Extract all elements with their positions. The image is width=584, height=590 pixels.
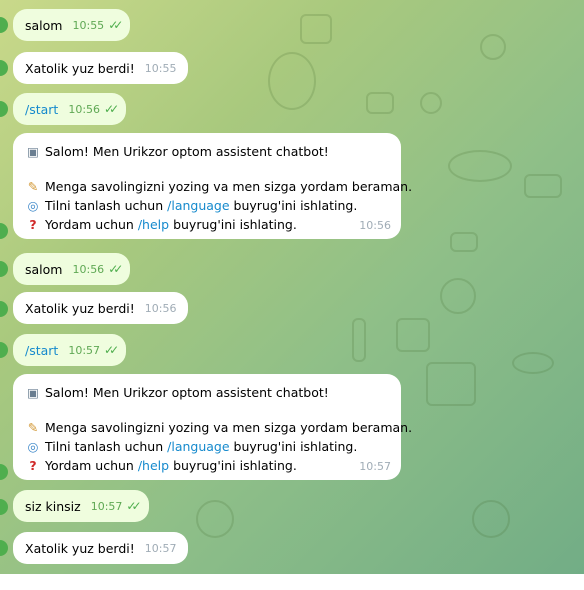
avatar[interactable] <box>0 261 8 277</box>
avatar[interactable] <box>0 464 8 480</box>
message-bubble-incoming[interactable]: Xatolik yuz berdi! 10:55 <box>13 52 189 84</box>
message-time: 10:56 <box>144 301 177 315</box>
message-bubble-incoming[interactable]: Xatolik yuz berdi! 10:57 <box>13 532 189 564</box>
doodle-box-icon <box>300 14 332 44</box>
doodle-ufo-icon <box>512 352 554 374</box>
message-bubble-outgoing[interactable]: /start 10:57 ✓✓ <box>13 334 127 366</box>
greeting-text: Salom! Men Urikzor optom assistent chatb… <box>45 144 329 159</box>
double-check-icon: ✓✓ <box>104 343 119 357</box>
help-prefix: Yordam uchun <box>45 217 134 232</box>
language-prefix: Tilni tanlash uchun <box>45 439 164 454</box>
avatar[interactable] <box>0 101 8 117</box>
greeting-text: Salom! Men Urikzor optom assistent chatb… <box>45 385 329 400</box>
help-command-link[interactable]: /help <box>138 217 169 232</box>
language-command-link[interactable]: /language <box>167 198 229 213</box>
language-line: ◎ Tilni tanlash uchun /language buyrug'in… <box>25 437 389 456</box>
doodle-heart-icon <box>472 500 510 538</box>
message-text: Xatolik yuz berdi! <box>25 60 135 76</box>
instruction-line: ✎ Menga savolingizni yozing va men sizga … <box>25 418 412 437</box>
language-prefix: Tilni tanlash uchun <box>45 198 164 213</box>
message-time: 10:55 <box>72 18 105 32</box>
doodle-pencil-icon <box>352 318 366 362</box>
globe-emoji-icon: ◎ <box>27 439 39 454</box>
message-time: 10:57 <box>68 343 101 357</box>
doodle-envelope-icon <box>450 232 478 252</box>
instruction-text: Menga savolingizni yozing va men sizga y… <box>45 420 413 435</box>
help-line: ? Yordam uchun /help buyrug'ini ishlating… <box>25 456 389 475</box>
message-time: 10:56 <box>68 102 101 116</box>
doodle-gamepad-icon <box>524 174 562 198</box>
message-bubble-outgoing[interactable]: /start 10:56 ✓✓ <box>13 93 127 125</box>
message-bubble-incoming[interactable]: Xatolik yuz berdi! 10:56 <box>13 292 189 324</box>
doodle-flower-icon <box>480 34 506 60</box>
message-text: salom <box>25 17 63 33</box>
message-time: 10:55 <box>144 61 177 75</box>
avatar[interactable] <box>0 540 8 556</box>
doodle-balloon-icon <box>268 52 316 110</box>
question-emoji-icon: ? <box>29 458 37 473</box>
avatar[interactable] <box>0 301 8 317</box>
message-bubble-outgoing[interactable]: siz kinsiz 10:57 ✓✓ <box>13 490 149 522</box>
doodle-star-icon <box>420 92 442 114</box>
double-check-icon: ✓✓ <box>108 18 123 32</box>
message-time: 10:56 <box>72 262 105 276</box>
help-suffix: buyrug'ini ishlating. <box>173 458 297 473</box>
avatar[interactable] <box>0 17 8 33</box>
language-line: ◎ Tilni tanlash uchun /language buyrug'in… <box>25 196 389 215</box>
language-suffix: buyrug'ini ishlating. <box>233 198 358 213</box>
robot-emoji-icon: ▣ <box>27 385 39 400</box>
message-text: salom <box>25 261 63 277</box>
doodle-camera-icon <box>366 92 394 114</box>
question-emoji-icon: ? <box>29 217 37 232</box>
command-link[interactable]: /start <box>25 343 58 358</box>
doodle-planet-icon <box>448 150 512 182</box>
doodle-snail-icon <box>196 500 234 538</box>
message-bubble-outgoing[interactable]: salom 10:55 ✓✓ <box>13 9 131 41</box>
greeting-line: ▣ Salom! Men Urikzor optom assistent chat… <box>25 142 389 161</box>
instruction-line: ✎ Menga savolingizni yozing va men sizga … <box>25 177 412 196</box>
greeting-line: ▣ Salom! Men Urikzor optom assistent chat… <box>25 383 389 402</box>
language-command-link[interactable]: /language <box>167 439 229 454</box>
message-time: 10:57 <box>359 460 391 473</box>
double-check-icon: ✓✓ <box>126 499 141 513</box>
doodle-donut-icon <box>440 278 476 314</box>
message-time: 10:57 <box>90 499 123 513</box>
message-bubble-outgoing[interactable]: salom 10:56 ✓✓ <box>13 253 131 285</box>
double-check-icon: ✓✓ <box>108 262 123 276</box>
doodle-gift-icon <box>396 318 430 352</box>
command-link[interactable]: /start <box>25 102 58 117</box>
message-text: Xatolik yuz berdi! <box>25 540 135 556</box>
avatar[interactable] <box>0 223 8 239</box>
doodle-castle-icon <box>426 362 476 406</box>
instruction-text: Menga savolingizni yozing va men sizga y… <box>45 179 413 194</box>
language-suffix: buyrug'ini ishlating. <box>233 439 358 454</box>
message-time: 10:56 <box>359 219 391 232</box>
robot-emoji-icon: ▣ <box>27 144 39 159</box>
help-prefix: Yordam uchun <box>45 458 134 473</box>
avatar[interactable] <box>0 60 8 76</box>
help-suffix: buyrug'ini ishlating. <box>173 217 297 232</box>
message-text: Xatolik yuz berdi! <box>25 300 135 316</box>
message-time: 10:57 <box>144 541 177 555</box>
avatar[interactable] <box>0 499 8 515</box>
help-command-link[interactable]: /help <box>138 458 169 473</box>
help-line: ? Yordam uchun /help buyrug'ini ishlating… <box>25 215 389 234</box>
chat-background: salom 10:55 ✓✓ Xatolik yuz berdi! 10:55 … <box>0 0 584 574</box>
message-bubble-incoming[interactable]: ▣ Salom! Men Urikzor optom assistent chat… <box>13 374 412 480</box>
double-check-icon: ✓✓ <box>104 102 119 116</box>
memo-emoji-icon: ✎ <box>27 179 39 194</box>
avatar[interactable] <box>0 342 8 358</box>
message-bubble-incoming[interactable]: ▣ Salom! Men Urikzor optom assistent chat… <box>13 133 412 239</box>
globe-emoji-icon: ◎ <box>27 198 39 213</box>
message-text: siz kinsiz <box>25 498 81 514</box>
memo-emoji-icon: ✎ <box>27 420 39 435</box>
